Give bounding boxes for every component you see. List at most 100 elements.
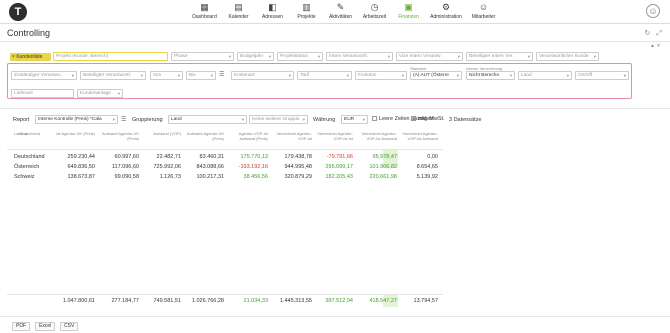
- report-select[interactable]: Interne Kontrolle (Preis) *Cala ▾: [35, 115, 118, 124]
- gruppierung-select[interactable]: Land ▾: [168, 115, 247, 124]
- nav-arbeitszeit[interactable]: ◷ Arbeitszeit: [358, 1, 391, 20]
- standard-select[interactable]: (A) AUT (Österre ▾: [410, 71, 462, 80]
- chevron-down-icon: ▾: [241, 117, 244, 122]
- table-total-cell: 1.026.766,28: [191, 298, 224, 304]
- nav-kalender[interactable]: ▤ Kalender: [222, 1, 255, 20]
- table-total-cell: 277.184,77: [111, 298, 139, 304]
- chevron-down-icon: ▾: [288, 73, 291, 78]
- chevron-down-icon: ▾: [302, 117, 305, 122]
- export-pdf-button[interactable]: PDF: [12, 322, 30, 331]
- vize-intern-select[interactable]: Vize Intern Verantw. ▾: [396, 52, 463, 61]
- chevron-down-icon: ▾: [387, 54, 390, 59]
- funktion-select[interactable]: Funktion ▾: [355, 71, 407, 80]
- phase-select[interactable]: Phase ▾: [171, 52, 234, 61]
- list-icon[interactable]: ☰: [219, 71, 224, 78]
- expand-icon[interactable]: ⤢: [656, 30, 662, 37]
- user-avatar-icon[interactable]: ☺: [646, 4, 660, 18]
- nav-projekte[interactable]: ▥ Projekte: [290, 1, 323, 20]
- column-header[interactable]: Aufwand Agentur-VK (Preis): [99, 131, 139, 141]
- table-cell: 99.090,58: [114, 174, 139, 180]
- divider: [0, 41, 670, 42]
- calendar-icon: ▾: [210, 73, 213, 78]
- divider: [0, 316, 670, 317]
- table-cell: 649.836,50: [67, 164, 95, 170]
- land-select[interactable]: Land ▾: [518, 71, 572, 80]
- column-header[interactable]: Aufwand Agentur-VK (Preis): [184, 131, 224, 141]
- table-row-land: Schweiz: [14, 174, 35, 180]
- column-header[interactable]: Verrechnet Agentur-VOP-Ist: [272, 131, 312, 141]
- table-cell: 5.139,92: [416, 174, 438, 180]
- projektstatus-select[interactable]: Projektstatus ▾: [277, 52, 323, 61]
- collapse-icon[interactable]: ▲ ✕: [650, 43, 661, 49]
- column-header[interactable]: Verrechnet Agentur-VOP-Ist Aufwand: [357, 131, 397, 141]
- gruppierung-label: Gruppierung: [132, 117, 163, 123]
- verantwortlicher-kunde-select[interactable]: Verantwortlicher Kunde ▾: [536, 52, 599, 61]
- lieferant-input[interactable]: Lieferant: [11, 89, 74, 98]
- table-total-cell: 418.547,27: [369, 298, 397, 304]
- column-header[interactable]: Verrechnet Agentur-VOP-Ist Ist: [313, 131, 353, 141]
- refresh-icon[interactable]: ↻: [645, 30, 651, 37]
- table-total-cell: 13.794,57: [413, 298, 438, 304]
- onoff-select[interactable]: On/Off ▾: [575, 71, 629, 80]
- weitere-gruppierung-select[interactable]: Keine weitere Gruppie ▾: [249, 115, 308, 124]
- chevron-down-icon: ▾: [346, 73, 349, 78]
- intern-verantwortlich-select[interactable]: Intern Verantwortl. ▾: [326, 52, 393, 61]
- beteiligter-verantwortlich-select[interactable]: Beteiligter Verantwortl. ▾: [80, 71, 146, 80]
- kundenliste-chip[interactable]: × Kundenliste: [10, 53, 51, 61]
- interne-verrechnung-select[interactable]: Nicht Berechn ▾: [466, 71, 515, 80]
- projekt-input[interactable]: Projekt (Kunde, Bereich): [53, 52, 168, 61]
- nav-mitarbeiter[interactable]: ☺ Mitarbeiter: [467, 1, 500, 20]
- table-total-cell: 749.581,51: [153, 298, 181, 304]
- von-date-input[interactable]: Von ▾: [150, 71, 183, 80]
- filter-icon[interactable]: ☰: [121, 116, 126, 123]
- nav-finanzen[interactable]: ▣ Finanzen: [392, 1, 425, 20]
- nav-adressen[interactable]: ◧ Adressen: [256, 1, 289, 20]
- report-label: Report: [13, 117, 30, 123]
- table-cell: 117.096,60: [111, 164, 139, 170]
- table-cell: 320.879,29: [284, 174, 312, 180]
- chevron-down-icon: ▾: [456, 73, 459, 78]
- table-cell: 220.661,98: [369, 174, 397, 180]
- table-cell: 725.992,06: [153, 164, 181, 170]
- page-tools: ↻ ⤢: [639, 29, 662, 38]
- table-cell: 175.770,13: [240, 154, 268, 160]
- table-row-land: Deutschland: [14, 154, 45, 160]
- table-cell: -79.791,66: [326, 154, 353, 160]
- inkl-mwst-checkbox[interactable]: inkl. MwSt.: [411, 116, 445, 122]
- bis-date-input[interactable]: Bis ▾: [186, 71, 216, 80]
- chevron-down-icon: ▾: [509, 73, 512, 78]
- tarif-select[interactable]: Tarif ▾: [297, 71, 352, 80]
- table-cell: 179.438,78: [284, 154, 312, 160]
- nav-aktivitaeten[interactable]: ✎ Aktivitäten: [324, 1, 357, 20]
- chevron-down-icon: ▾: [593, 54, 596, 59]
- beteiligter-intern-select[interactable]: Beteiligter Intern Ver. ▾: [466, 52, 533, 61]
- gear-icon: ⚙: [441, 2, 451, 12]
- kundenanlage-select[interactable]: Kundenanlage ▾: [77, 89, 123, 98]
- table-total-cell: 1.445.313,55: [279, 298, 312, 304]
- people-icon: ☺: [478, 2, 489, 12]
- kostenart-select[interactable]: Kostenart ▾: [231, 71, 294, 80]
- app-logo[interactable]: T: [9, 3, 27, 21]
- calendar-icon: ▾: [177, 73, 180, 78]
- zustaendiger-select[interactable]: Zuständiger Verantwo. ▾: [11, 71, 77, 80]
- nav-administration[interactable]: ⚙ Administration: [426, 1, 466, 20]
- address-icon: ◧: [268, 2, 277, 12]
- nav-dashboard[interactable]: ▦ Dashboard: [188, 1, 221, 20]
- table-cell: 100.217,31: [196, 174, 224, 180]
- export-excel-button[interactable]: Excel: [35, 322, 56, 331]
- chevron-down-icon: ▾: [362, 117, 365, 122]
- export-csv-button[interactable]: CSV: [60, 322, 79, 331]
- chevron-down-icon: ▾: [117, 91, 120, 96]
- activities-icon: ✎: [336, 2, 345, 12]
- budgetjahr-select[interactable]: Budgetjahr ▾: [237, 52, 274, 61]
- column-header[interactable]: Aufwand (VOP): [141, 131, 181, 136]
- column-header[interactable]: Verrechnet Agentur-VOP-Ist Aufwand: [398, 131, 438, 141]
- chevron-down-icon: ▾: [317, 54, 320, 59]
- table-cell: 295.099,17: [325, 164, 353, 170]
- column-header[interactable]: Agentur-VOP-Ist Aufwand (Preis): [228, 131, 268, 141]
- chevron-down-icon: ▾: [140, 73, 143, 78]
- column-header[interactable]: Abweichend: [0, 131, 40, 136]
- waehrung-select[interactable]: EUR ▾: [341, 115, 368, 124]
- table-cell: 60.997,60: [114, 154, 139, 160]
- column-header[interactable]: Ist Agentur-VK (Preis): [55, 131, 95, 136]
